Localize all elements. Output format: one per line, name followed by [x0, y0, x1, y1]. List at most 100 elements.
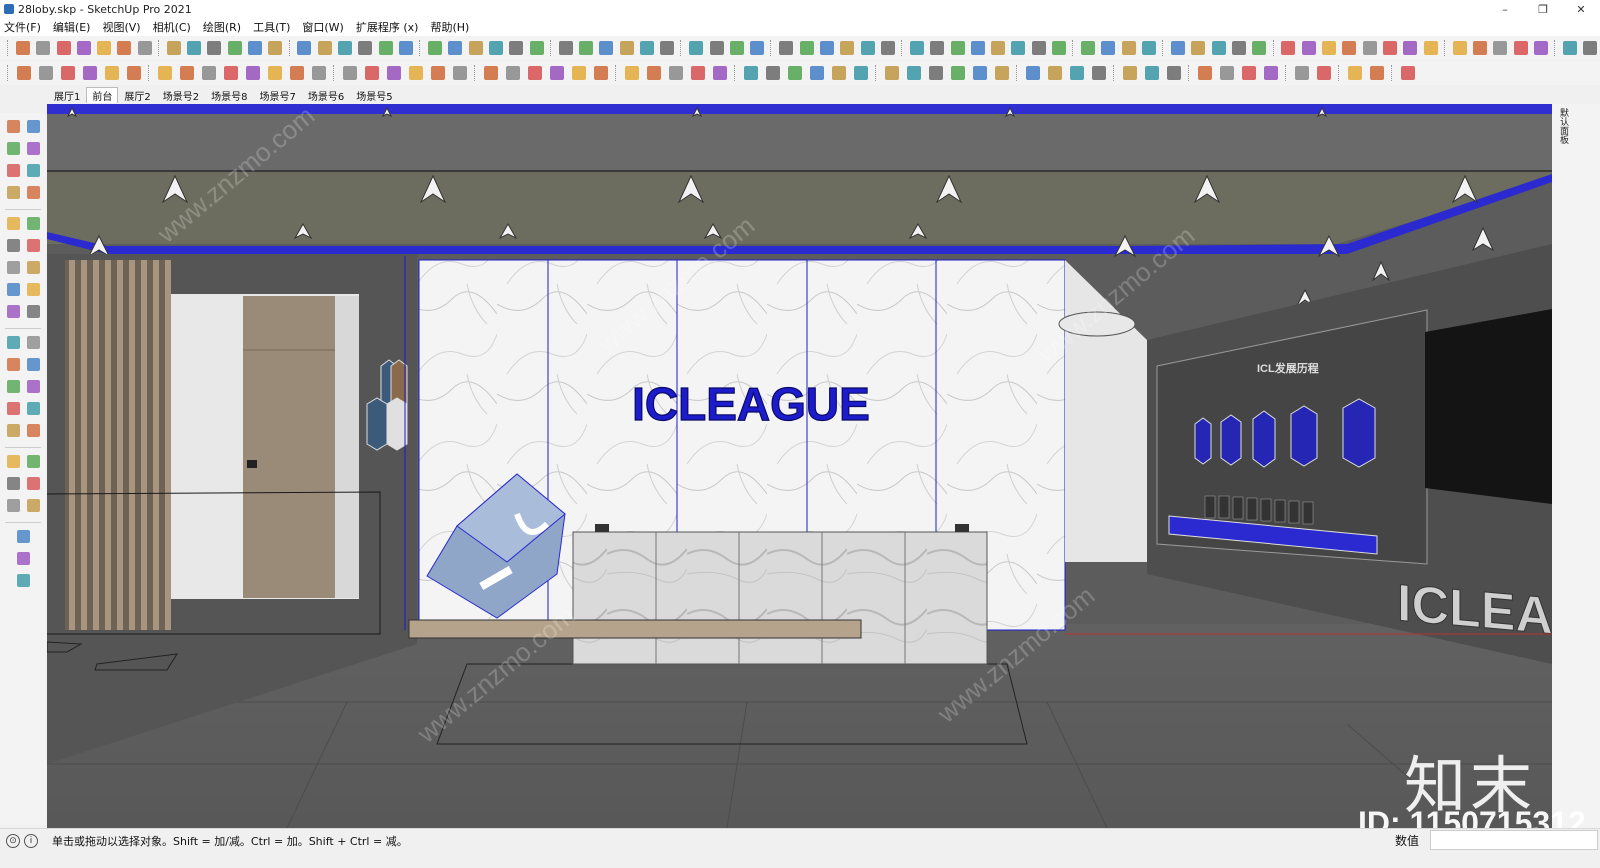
tool-icon[interactable]: [1300, 38, 1318, 58]
tool-icon[interactable]: [23, 236, 43, 255]
tool-icon[interactable]: [58, 63, 78, 83]
tool-icon[interactable]: [807, 63, 827, 83]
tool-icon[interactable]: [13, 571, 33, 590]
tool-icon[interactable]: [23, 496, 43, 515]
toolbar-grip[interactable]: [157, 40, 161, 56]
tool-icon[interactable]: [446, 38, 464, 58]
tool-icon[interactable]: [741, 63, 761, 83]
tool-icon[interactable]: [777, 38, 795, 58]
model-viewport[interactable]: ICLEAGUE ICL发展历程 ICLEAGU www.znzmo.com w…: [47, 104, 1552, 828]
tool-icon[interactable]: [177, 63, 197, 83]
tool-icon[interactable]: [1561, 38, 1579, 58]
tab-scene-2[interactable]: 场景号2: [157, 87, 205, 103]
tool-icon[interactable]: [14, 38, 32, 58]
menu-draw[interactable]: 绘图(R): [203, 19, 241, 35]
tool-icon[interactable]: [1142, 63, 1162, 83]
tool-icon[interactable]: [597, 38, 615, 58]
tool-icon[interactable]: [3, 117, 23, 136]
tool-icon[interactable]: [3, 496, 23, 515]
tool-icon[interactable]: [75, 38, 93, 58]
tool-icon[interactable]: [226, 38, 244, 58]
tool-icon[interactable]: [882, 63, 902, 83]
tool-icon[interactable]: [3, 399, 23, 418]
tool-icon[interactable]: [1210, 38, 1228, 58]
tool-icon[interactable]: [710, 63, 730, 83]
tool-icon[interactable]: [1050, 38, 1068, 58]
tool-icon[interactable]: [1099, 38, 1117, 58]
tool-icon[interactable]: [467, 38, 485, 58]
tool-icon[interactable]: [577, 38, 595, 58]
tool-icon[interactable]: [23, 161, 43, 180]
tool-icon[interactable]: [1361, 38, 1379, 58]
tool-icon[interactable]: [23, 421, 43, 440]
tool-icon[interactable]: [1189, 38, 1207, 58]
tool-icon[interactable]: [928, 38, 946, 58]
tool-icon[interactable]: [3, 214, 23, 233]
tool-icon[interactable]: [266, 38, 284, 58]
tool-icon[interactable]: [829, 63, 849, 83]
tool-icon[interactable]: [95, 38, 113, 58]
tool-icon[interactable]: [336, 38, 354, 58]
tool-icon[interactable]: [1421, 38, 1439, 58]
tool-icon[interactable]: [426, 38, 444, 58]
tool-icon[interactable]: [165, 38, 183, 58]
tool-icon[interactable]: [1471, 38, 1489, 58]
tool-icon[interactable]: [287, 63, 307, 83]
menu-window[interactable]: 窗口(W): [302, 19, 343, 35]
menu-help[interactable]: 帮助(H): [430, 19, 469, 35]
toolbar-grip[interactable]: [1188, 65, 1191, 81]
tool-icon[interactable]: [622, 63, 642, 83]
tool-icon[interactable]: [185, 38, 203, 58]
tool-icon[interactable]: [1367, 63, 1387, 83]
tool-icon[interactable]: [904, 63, 924, 83]
tool-icon[interactable]: [205, 38, 223, 58]
tool-icon[interactable]: [23, 117, 43, 136]
tool-icon[interactable]: [3, 355, 23, 374]
tool-icon[interactable]: [1120, 38, 1138, 58]
tool-icon[interactable]: [115, 38, 133, 58]
toolbar-grip[interactable]: [333, 65, 336, 81]
tool-icon[interactable]: [246, 38, 264, 58]
tool-icon[interactable]: [785, 63, 805, 83]
tab-scene-7[interactable]: 场景号7: [254, 87, 302, 103]
tool-icon[interactable]: [851, 63, 871, 83]
toolbar-grip[interactable]: [1016, 65, 1019, 81]
tool-icon[interactable]: [102, 63, 122, 83]
tool-icon[interactable]: [748, 38, 766, 58]
tool-icon[interactable]: [295, 38, 313, 58]
tool-icon[interactable]: [666, 63, 686, 83]
measurements-input[interactable]: [1430, 830, 1598, 850]
toolbar-grip[interactable]: [615, 65, 618, 81]
toolbar-grip[interactable]: [900, 40, 904, 56]
tool-icon[interactable]: [23, 280, 43, 299]
tool-icon[interactable]: [547, 63, 567, 83]
toolbar-grip[interactable]: [288, 40, 292, 56]
tool-icon[interactable]: [406, 63, 426, 83]
tray-label[interactable]: 默认面板: [1556, 108, 1570, 144]
tool-icon[interactable]: [1511, 38, 1529, 58]
tool-icon[interactable]: [243, 63, 263, 83]
tool-icon[interactable]: [1581, 38, 1599, 58]
tool-icon[interactable]: [969, 38, 987, 58]
tool-icon[interactable]: [617, 38, 635, 58]
tool-icon[interactable]: [1250, 38, 1268, 58]
tool-icon[interactable]: [265, 63, 285, 83]
menu-edit[interactable]: 编辑(E): [53, 19, 91, 35]
tool-icon[interactable]: [23, 355, 43, 374]
geo-location-icon[interactable]: ⊙: [6, 833, 20, 848]
toolbar-grip[interactable]: [419, 40, 422, 56]
tool-icon[interactable]: [992, 63, 1012, 83]
tool-icon[interactable]: [23, 399, 43, 418]
tool-icon[interactable]: [1120, 63, 1140, 83]
tool-icon[interactable]: [3, 333, 23, 352]
tool-icon[interactable]: [13, 527, 33, 546]
tool-icon[interactable]: [707, 38, 725, 58]
tool-icon[interactable]: [481, 63, 501, 83]
menu-view[interactable]: 视图(V): [102, 19, 140, 35]
tool-icon[interactable]: [818, 38, 836, 58]
tool-icon[interactable]: [1023, 63, 1043, 83]
tool-icon[interactable]: [1030, 38, 1048, 58]
tool-icon[interactable]: [23, 302, 43, 321]
maximize-button[interactable]: ❐: [1524, 0, 1562, 18]
tool-icon[interactable]: [23, 474, 43, 493]
